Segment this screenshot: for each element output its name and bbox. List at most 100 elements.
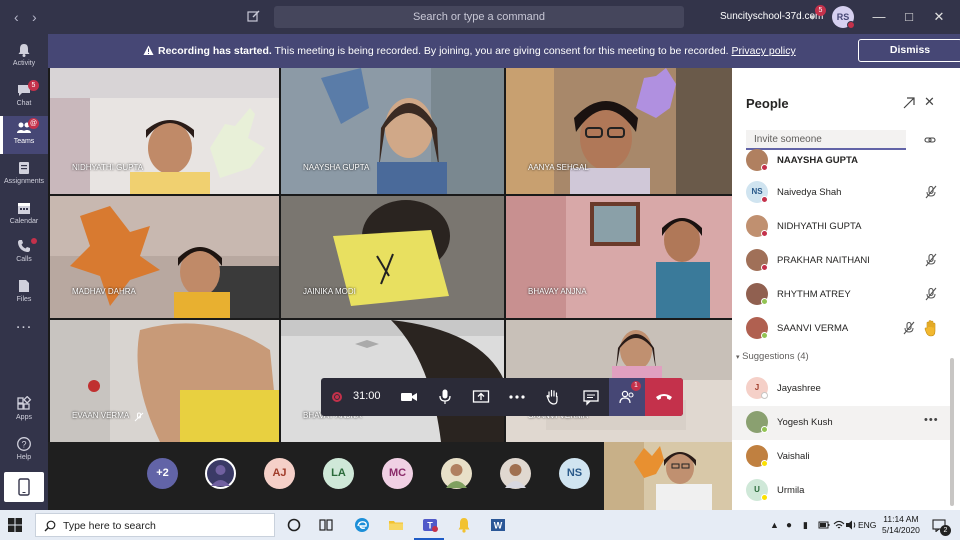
suggestion-row[interactable]: Vaishali [732, 440, 952, 474]
hang-up-button[interactable] [645, 378, 683, 416]
mic-off-icon[interactable] [902, 321, 916, 335]
device-settings-button[interactable] [4, 472, 44, 502]
avatar[interactable] [205, 458, 236, 489]
video-tile[interactable]: MADHAV DAHRA [50, 196, 279, 318]
avatar[interactable]: MC [382, 458, 413, 489]
dismiss-button[interactable]: Dismiss [858, 39, 960, 62]
more-actions-button[interactable] [499, 378, 535, 416]
rail-item-files[interactable]: Files [0, 274, 48, 312]
clock-time: 11:14 AM [883, 514, 919, 524]
panel-scrollbar[interactable] [950, 358, 954, 506]
teams-badge: @ [28, 118, 39, 129]
file-explorer-icon[interactable] [388, 517, 404, 533]
mic-button[interactable] [427, 378, 463, 416]
pop-out-icon[interactable] [902, 96, 916, 110]
self-video-preview[interactable] [604, 442, 732, 510]
mic-off-icon[interactable] [924, 253, 938, 267]
call-controls: 31:00 1 [321, 378, 683, 416]
participant-video [506, 196, 732, 318]
participant-row[interactable]: NIDHYATHI GUPTA [732, 210, 952, 244]
raised-hand-icon [924, 320, 936, 337]
edge-browser-icon[interactable] [354, 517, 370, 533]
suggestion-row[interactable]: J Jayashree [732, 372, 952, 406]
taskbar-clock[interactable]: 11:14 AM 5/14/2020 [882, 514, 920, 536]
presence-busy-icon [847, 21, 855, 29]
suggestion-row[interactable]: Yogesh Kush ••• [732, 406, 952, 440]
avatar[interactable]: LA [323, 458, 354, 489]
rail-item-help[interactable]: ? Help [0, 432, 48, 470]
avatar[interactable] [500, 458, 531, 489]
chat-button[interactable] [573, 378, 609, 416]
suggestions-header[interactable]: ▾ Suggestions (4) [736, 351, 809, 362]
rail-item-calls[interactable]: Calls [0, 234, 48, 272]
participant-row[interactable]: PRAKHAR NAITHANI [732, 244, 952, 278]
minimize-icon[interactable]: — [870, 8, 888, 26]
video-tile[interactable]: BHAVAY ANJNA [506, 196, 732, 318]
taskbar-search-placeholder: Type here to search [63, 520, 156, 532]
camera-button[interactable] [391, 378, 427, 416]
rail-label: Chat [16, 100, 32, 107]
privacy-policy-link[interactable]: Privacy policy [732, 45, 796, 57]
participant-row[interactable]: RHYTHM ATREY [732, 278, 952, 312]
suggestion-row[interactable]: U Urmila [732, 474, 952, 508]
participant-name: SAANVI VERMA [777, 323, 849, 334]
presence-offline-icon [761, 392, 768, 399]
video-tile[interactable]: JAINIKA MODI [281, 196, 504, 318]
command-search-box[interactable]: Search or type a command [274, 6, 684, 28]
rail-label: Apps [16, 414, 32, 421]
mic-off-icon[interactable] [924, 185, 938, 199]
cortana-icon[interactable] [286, 517, 302, 533]
video-tile[interactable]: NAAYSHA GUPTA [281, 68, 504, 194]
windows-start-icon[interactable] [8, 518, 22, 532]
rail-item-teams[interactable]: Teams @ [0, 116, 48, 154]
participant-row[interactable]: NS Naivedya Shah [732, 176, 952, 210]
chat-badge: 5 [28, 80, 39, 91]
back-arrow-icon[interactable]: ‹ [14, 9, 19, 25]
video-tile[interactable]: EVAAN VERMA [50, 320, 279, 442]
maximize-icon[interactable]: □ [900, 8, 918, 26]
org-name[interactable]: Suncityschool-37d.com [720, 11, 823, 22]
taskbar-search-box[interactable]: Type here to search [35, 513, 275, 537]
volume-icon[interactable] [845, 519, 857, 531]
microphone-tray-icon[interactable]: ▮ [803, 520, 808, 531]
avatar[interactable]: NS [559, 458, 590, 489]
more-options-icon[interactable]: ••• [924, 414, 939, 426]
video-tile[interactable]: NIDHYATHI GUPTA [50, 68, 279, 194]
rail-item-activity[interactable]: Activity [0, 38, 48, 76]
video-tile[interactable]: AANYA SEHGAL [506, 68, 732, 194]
task-view-icon[interactable] [318, 517, 334, 533]
avatar[interactable] [441, 458, 472, 489]
rail-item-chat[interactable]: Chat 5 [0, 78, 48, 116]
presence-available-icon [761, 426, 768, 433]
notification-bell-app-icon[interactable] [456, 517, 472, 533]
rail-item-assignments[interactable]: Assignments [0, 156, 48, 194]
battery-icon[interactable] [818, 519, 830, 531]
participants-button[interactable]: 1 [609, 378, 645, 416]
wifi-icon[interactable] [833, 519, 845, 531]
people-tray-icon[interactable]: ● [786, 520, 792, 531]
rail-item-apps[interactable]: Apps [0, 392, 48, 430]
chevron-down-icon[interactable]: ▾ [810, 12, 815, 23]
raise-hand-button[interactable] [535, 378, 571, 416]
participant-row[interactable]: NAAYSHA GUPTA [732, 144, 952, 178]
tray-chevron-up-icon[interactable]: ▲ [770, 520, 779, 530]
word-app-icon[interactable]: W [490, 517, 506, 533]
teams-app-icon[interactable]: T [422, 517, 438, 533]
rail-item-calendar[interactable]: Calendar [0, 196, 48, 234]
language-indicator[interactable]: ENG [858, 520, 876, 530]
participant-row[interactable]: SAANVI VERMA [732, 312, 952, 346]
mic-off-icon[interactable] [924, 287, 938, 301]
participant-video [50, 320, 279, 442]
close-icon[interactable]: ✕ [924, 94, 935, 110]
overflow-count-avatar[interactable]: +2 [147, 458, 178, 489]
rail-item-more[interactable]: ... [0, 316, 48, 340]
help-icon: ? [17, 437, 31, 451]
avatar[interactable]: AJ [264, 458, 295, 489]
participant-name: NIDHYATHI GUPTA [72, 163, 144, 172]
rail-label: Files [16, 296, 32, 303]
compose-icon[interactable] [247, 9, 261, 23]
close-icon[interactable]: ✕ [930, 8, 948, 26]
forward-arrow-icon[interactable]: › [32, 9, 37, 25]
share-screen-button[interactable] [463, 378, 499, 416]
panel-title: People [746, 96, 789, 111]
